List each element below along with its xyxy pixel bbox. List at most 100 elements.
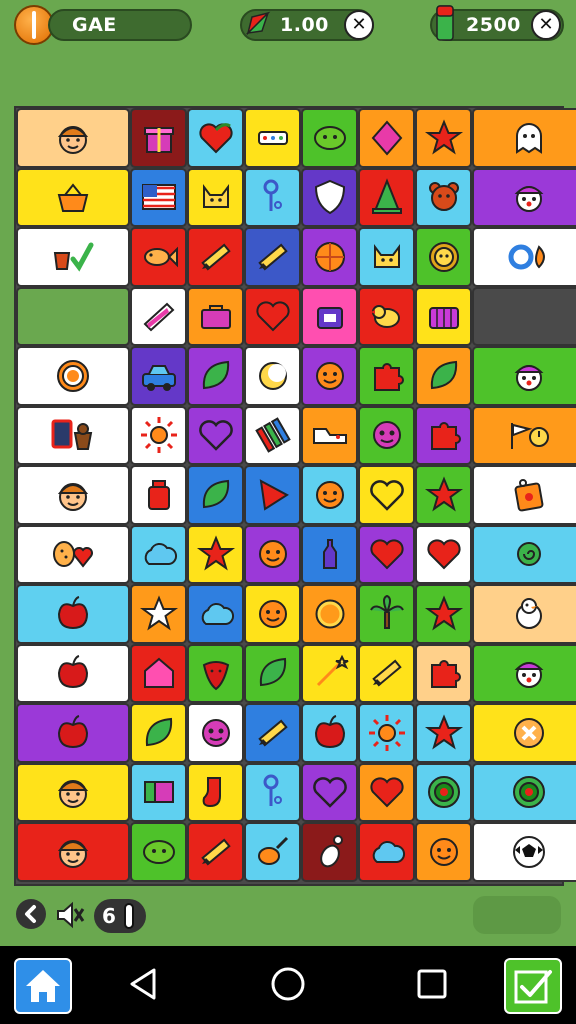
tile-heart-outline[interactable]	[301, 762, 358, 822]
tile-apple[interactable]	[16, 643, 130, 703]
tile-heart-outline[interactable]	[187, 405, 244, 465]
tile-star-outline[interactable]	[130, 584, 187, 644]
tile-pretzel[interactable]	[472, 703, 576, 763]
tile-pencil[interactable]	[187, 227, 244, 287]
tile-puzzle[interactable]	[358, 346, 415, 406]
tile-ball[interactable]	[301, 227, 358, 287]
recent-apps-icon[interactable]	[412, 964, 452, 1008]
tile-leaf[interactable]	[415, 346, 472, 406]
tile-blob-face[interactable]	[301, 108, 358, 168]
tile-tag[interactable]	[472, 465, 576, 525]
tile-pencil[interactable]	[244, 227, 301, 287]
action-button[interactable]	[473, 896, 561, 934]
tile-palm-tree[interactable]	[358, 584, 415, 644]
tile-shield[interactable]	[301, 167, 358, 227]
tile-bone[interactable]	[301, 822, 358, 882]
tile-drumstick[interactable]	[244, 822, 301, 882]
tile-smile-face[interactable]	[301, 346, 358, 406]
tile-triangle[interactable]	[244, 465, 301, 525]
tile-ring[interactable]	[301, 584, 358, 644]
tile-puzzle[interactable]	[415, 405, 472, 465]
tile-toolbox[interactable]	[187, 286, 244, 346]
tile-pot-and-check[interactable]	[16, 227, 130, 287]
back-arrow-icon[interactable]	[16, 899, 46, 929]
tile-heart-leaf[interactable]	[187, 108, 244, 168]
tile-leaf[interactable]	[130, 703, 187, 763]
tile-boy-face[interactable]	[16, 108, 130, 168]
tile-star[interactable]	[415, 703, 472, 763]
tile-soccer-ball[interactable]	[472, 822, 576, 882]
tile-star[interactable]	[415, 108, 472, 168]
tile-smile-face[interactable]	[244, 584, 301, 644]
tile-puzzle[interactable]	[415, 643, 472, 703]
tile-boy-face[interactable]	[16, 822, 130, 882]
tile-flag[interactable]	[130, 167, 187, 227]
tile-star[interactable]	[415, 584, 472, 644]
tile-cloud[interactable]	[358, 822, 415, 882]
tile-crate[interactable]	[415, 286, 472, 346]
tile-heart[interactable]	[415, 524, 472, 584]
tile-boy-face[interactable]	[16, 465, 130, 525]
mute-icon[interactable]	[54, 899, 86, 931]
tile-pencil[interactable]	[358, 643, 415, 703]
tile-pencil[interactable]	[244, 703, 301, 763]
tile-chick[interactable]	[472, 584, 576, 644]
tile-moon[interactable]	[244, 346, 301, 406]
tile-leaf[interactable]	[244, 643, 301, 703]
tile-sun[interactable]	[130, 405, 187, 465]
tile-heart[interactable]	[358, 524, 415, 584]
tile-diamond[interactable]	[358, 108, 415, 168]
tile-wand[interactable]	[301, 643, 358, 703]
tile-leaf[interactable]	[187, 346, 244, 406]
tile-cat-face[interactable]	[358, 227, 415, 287]
tile-gift[interactable]	[130, 108, 187, 168]
tile-ghost[interactable]	[472, 108, 576, 168]
tile-apple[interactable]	[16, 703, 130, 763]
tile-cookie[interactable]	[16, 346, 130, 406]
tile-key[interactable]	[244, 762, 301, 822]
tile-monster-face[interactable]	[187, 703, 244, 763]
close-moves-button[interactable]: ✕	[344, 10, 374, 40]
tile-jar[interactable]	[130, 465, 187, 525]
tile-cone[interactable]	[358, 167, 415, 227]
tile-notebook[interactable]	[130, 286, 187, 346]
close-score-button[interactable]: ✕	[531, 10, 561, 40]
tile-target[interactable]	[472, 762, 576, 822]
tile-cloud[interactable]	[187, 584, 244, 644]
tile-target[interactable]	[415, 762, 472, 822]
tile-apple[interactable]	[16, 584, 130, 644]
empty-tile[interactable]	[472, 286, 576, 346]
tile-clown-face[interactable]	[472, 167, 576, 227]
tile-star[interactable]	[187, 524, 244, 584]
tile-fish[interactable]	[130, 227, 187, 287]
tile-bag[interactable]	[301, 286, 358, 346]
home-nav-icon[interactable]	[268, 964, 308, 1008]
tile-sock[interactable]	[187, 762, 244, 822]
tile-flag-and-clock[interactable]	[472, 405, 576, 465]
tile-lion-face[interactable]	[415, 227, 472, 287]
tile-clown-face[interactable]	[472, 346, 576, 406]
tile-clown-face[interactable]	[472, 643, 576, 703]
tile-basket[interactable]	[16, 167, 130, 227]
tile-strawberry[interactable]	[187, 643, 244, 703]
tile-pencil[interactable]	[187, 822, 244, 882]
back-nav-icon[interactable]	[124, 964, 164, 1008]
tile-cookie-and-heart[interactable]	[16, 524, 130, 584]
tile-ring-and-bean[interactable]	[472, 227, 576, 287]
tile-bird[interactable]	[358, 286, 415, 346]
tile-bear-face[interactable]	[415, 167, 472, 227]
tile-cloud[interactable]	[130, 524, 187, 584]
tile-pencil-case[interactable]	[244, 108, 301, 168]
tile-cat-face[interactable]	[187, 167, 244, 227]
tile-apple[interactable]	[301, 703, 358, 763]
tile-boy-face[interactable]	[16, 762, 130, 822]
tile-smile-face[interactable]	[415, 822, 472, 882]
tile-heart[interactable]	[358, 762, 415, 822]
home-icon[interactable]	[14, 958, 72, 1014]
tile-key[interactable]	[244, 167, 301, 227]
tile-sun[interactable]	[358, 703, 415, 763]
tile-smile-face[interactable]	[244, 524, 301, 584]
tile-leaf[interactable]	[187, 465, 244, 525]
tile-monster-face[interactable]	[358, 405, 415, 465]
tile-star[interactable]	[415, 465, 472, 525]
